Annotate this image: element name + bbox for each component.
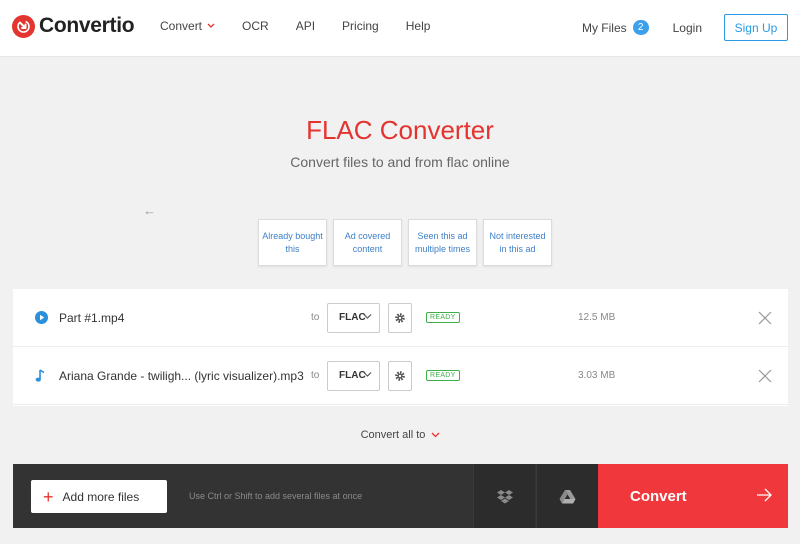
video-play-icon [34,311,48,325]
nav-pricing[interactable]: Pricing [342,19,379,33]
format-select[interactable]: FLAC [327,360,380,391]
nav-convert[interactable]: Convert [160,19,215,33]
ad-feedback-not-interested[interactable]: Not interested in this ad [483,219,552,266]
chevron-down-icon [363,371,372,377]
my-files-count-badge: 2 [632,20,649,35]
multi-select-hint: Use Ctrl or Shift to add several files a… [189,491,363,501]
nav-ocr[interactable]: OCR [242,19,269,33]
chevron-down-icon [363,313,372,319]
page-title: FLAC Converter [306,115,494,145]
status-badge: READY [426,370,460,381]
convertio-logo-icon [12,14,35,38]
settings-gear-button[interactable] [388,302,412,333]
page-subtitle: Convert files to and from flac online [290,154,510,170]
convert-all-label: Convert all to [360,429,426,441]
dropbox-button[interactable] [473,464,535,528]
settings-gear-button[interactable] [388,360,412,391]
chevron-down-icon [431,432,440,438]
status-badge: READY [426,312,460,323]
back-arrow-icon[interactable]: ← [143,203,156,218]
add-more-files-button[interactable]: + Add more files [31,480,167,513]
ad-feedback-options: Already bought this Ad covered content S… [258,219,558,266]
file-name: Part #1.mp4 [59,310,125,325]
ad-feedback-covered-content[interactable]: Ad covered content [333,219,402,266]
my-files-link[interactable]: My Files 2 [582,20,649,35]
convert-label: Convert [630,487,687,505]
signup-button[interactable]: Sign Up [724,14,788,41]
dropbox-icon [496,489,513,503]
add-more-files-label: Add more files [62,489,140,504]
account-nav: My Files 2 Login Sign Up [582,14,788,41]
file-list: Part #1.mp4 to FLAC READY 12.5 MB Ariana… [13,289,788,406]
plus-icon: + [43,486,54,507]
nav-api[interactable]: API [296,19,315,33]
nav-convert-label: Convert [160,19,203,33]
main-nav: Convert OCR API Pricing Help [160,19,457,33]
music-note-icon [34,368,48,383]
file-name: Ariana Grande - twiligh... (lyric visual… [59,368,304,383]
my-files-label: My Files [581,20,627,35]
file-row: Ariana Grande - twiligh... (lyric visual… [13,347,788,405]
close-icon[interactable] [758,369,772,383]
gear-icon [395,370,405,381]
chevron-down-icon [207,23,215,28]
ad-feedback-already-bought[interactable]: Already bought this [258,219,327,266]
google-drive-icon [559,489,576,503]
format-select[interactable]: FLAC [327,302,380,333]
arrow-right-icon [757,488,772,502]
login-link[interactable]: Login [673,21,702,35]
gear-icon [395,312,405,323]
file-row: Part #1.mp4 to FLAC READY 12.5 MB [13,289,788,347]
format-value: FLAC [339,370,366,381]
to-label: to [311,312,320,323]
file-size: 3.03 MB [578,370,616,381]
google-drive-button[interactable] [536,464,598,528]
ad-feedback-seen-multiple[interactable]: Seen this ad multiple times [408,219,477,266]
brand-logo[interactable]: Convertio [12,14,135,38]
format-value: FLAC [339,312,366,323]
to-label: to [311,370,320,381]
convert-button[interactable]: Convert [598,464,788,528]
nav-help[interactable]: Help [406,19,431,33]
brand-name: Convertio [39,14,135,37]
upload-action-bar: + Add more files Use Ctrl or Shift to ad… [13,464,788,528]
file-size: 12.5 MB [578,312,616,323]
close-icon[interactable] [758,311,772,325]
top-header: Convertio Convert OCR API Pricing Help M… [0,0,800,57]
convert-all-dropdown[interactable]: Convert all to [13,406,788,464]
